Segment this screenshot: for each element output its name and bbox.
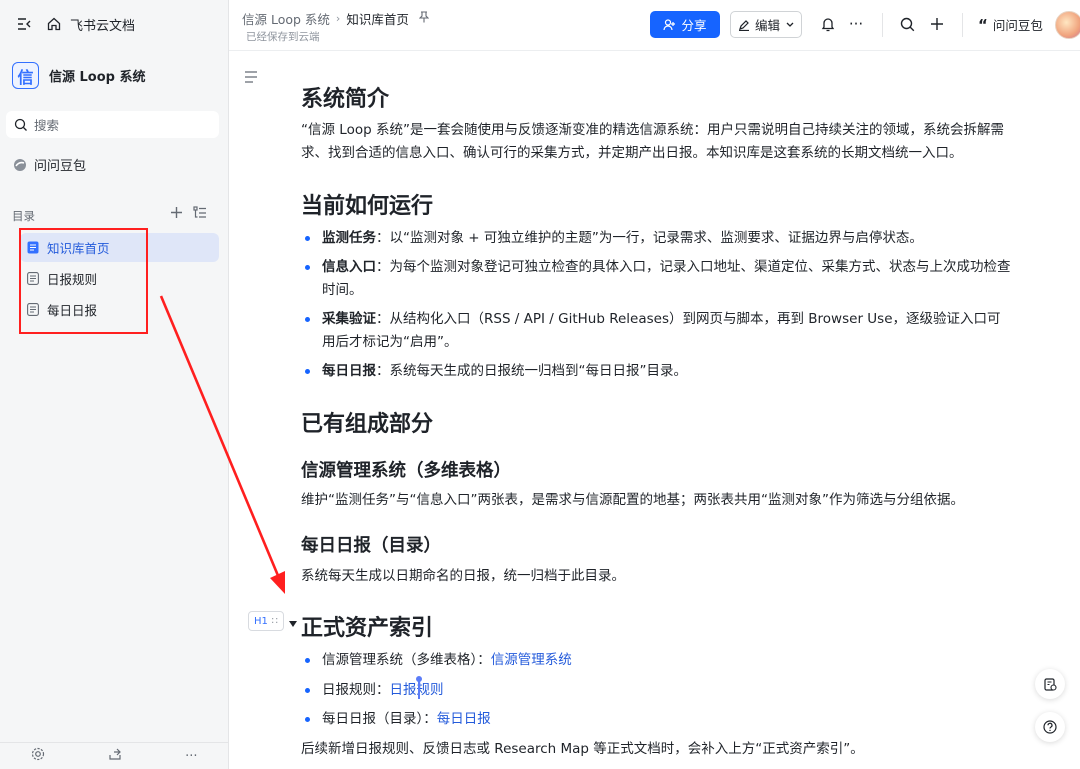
sidebar: 飞书云文档 信 信源 Loop 系统 搜索 问问豆包 目录 知识库首页 日报规则… (0, 0, 229, 769)
breadcrumb-space[interactable]: 信源 Loop 系统 (242, 9, 330, 28)
paragraph-intro[interactable]: “信源 Loop 系统”是一套会随使用与反馈逐渐变准的精选信源系统：用户只需说明… (301, 119, 1013, 165)
list-item-text: 日报规则： (322, 682, 390, 698)
quote-icon: “ (978, 15, 988, 34)
doc-link[interactable]: 信源管理系统 (491, 652, 572, 668)
heading-daily-report[interactable]: 每日日报（目录） (301, 532, 441, 557)
list-item-term: 采集验证 (322, 311, 376, 327)
sidebar-top-bar: 飞书云文档 (16, 14, 135, 34)
chevron-right-icon: › (335, 12, 341, 25)
space-logo: 信 (12, 62, 39, 89)
list-item-text: ：系统每天生成的日报统一归档到“每日日报”目录。 (376, 363, 687, 379)
toc-label: 目录 (12, 209, 35, 223)
breadcrumb: 信源 Loop 系统 › 知识库首页 (242, 9, 430, 28)
pin-icon[interactable] (418, 11, 430, 26)
space-name: 信源 Loop 系统 (49, 70, 146, 85)
edit-button[interactable]: 编辑 (730, 11, 802, 38)
home-icon[interactable] (46, 16, 62, 32)
avatar[interactable] (1055, 11, 1080, 39)
list-item-text: ：以“监测对象 + 可独立维护的主题”为一行，记录需求、监测要求、证据边界与启停… (376, 230, 923, 246)
outline-toggle-icon[interactable] (244, 71, 258, 83)
paragraph-daily-report[interactable]: 系统每天生成以日期命名的日报，统一归档于此目录。 (301, 565, 1013, 588)
chevron-down-icon (786, 22, 794, 27)
share-label: 分享 (681, 18, 707, 33)
list-item[interactable]: 监测任务：以“监测对象 + 可独立维护的主题”为一行，记录需求、监测要求、证据边… (301, 227, 1013, 250)
list-item[interactable]: 每日日报（目录）：每日日报 (301, 708, 1013, 731)
text-cursor (416, 676, 422, 699)
share-out-icon[interactable] (108, 747, 122, 765)
app-name[interactable]: 飞书云文档 (70, 15, 135, 34)
header: 信源 Loop 系统 › 知识库首页 已经保存到云端 分享 编辑 ··· “ 问… (229, 0, 1080, 51)
doubao-icon (14, 158, 26, 171)
list-item-text: 信源管理系统（多维表格）： (322, 652, 491, 668)
add-user-icon (663, 18, 676, 30)
list-item[interactable]: 信源管理系统（多维表格）：信源管理系统 (301, 649, 1013, 672)
paragraph-footer[interactable]: 后续新增日报规则、反馈日志或 Research Map 等正式文档时，会补入上方… (301, 738, 1013, 761)
share-button[interactable]: 分享 (650, 11, 720, 38)
settings-icon[interactable] (31, 747, 45, 765)
search-icon (14, 118, 27, 131)
wenwen-button[interactable]: “ 问问豆包 (978, 15, 1043, 34)
help-icon (1043, 720, 1057, 734)
doc-link[interactable]: 日报规则 (390, 682, 444, 698)
help-button[interactable] (1035, 712, 1065, 742)
tree-view-icon[interactable] (193, 206, 207, 223)
header-divider (962, 13, 963, 37)
space-header[interactable]: 信 信源 Loop 系统 (12, 62, 146, 89)
search-placeholder: 搜索 (34, 118, 60, 133)
add-page-icon[interactable] (170, 206, 183, 223)
header-divider (882, 13, 883, 37)
list-item-text: ：从结构化入口（RSS / API / GitHub Releases）到网页与… (322, 311, 1001, 350)
heading-how-it-runs[interactable]: 当前如何运行 (301, 188, 433, 220)
doc-info-icon (1043, 677, 1057, 691)
list-item[interactable]: 每日日报：系统每天生成的日报统一归档到“每日日报”目录。 (301, 360, 1013, 383)
heading-source-mgmt[interactable]: 信源管理系统（多维表格） (301, 457, 511, 482)
edit-label: 编辑 (754, 18, 780, 33)
wenwen-label: 问问豆包 (992, 18, 1043, 33)
heading-components[interactable]: 已有组成部分 (301, 406, 433, 438)
bell-icon[interactable] (819, 15, 837, 33)
doc-info-button[interactable] (1035, 669, 1065, 699)
drag-handle-icon: ∷ (271, 615, 278, 627)
plus-icon[interactable] (928, 15, 946, 33)
list-item-term: 信息入口 (322, 259, 376, 275)
collapse-caret-icon[interactable] (289, 621, 297, 627)
sidebar-bottom-bar: ··· (0, 742, 229, 769)
list-item-text: 每日日报（目录）： (322, 711, 437, 727)
heading-intro[interactable]: 系统简介 (301, 81, 389, 113)
list-item-text: ：为每个监测对象登记可独立检查的具体入口，记录入口地址、渠道定位、采集方式、状态… (322, 259, 1011, 298)
paragraph-source-mgmt[interactable]: 维护“监测任务”与“信息入口”两张表，是需求与信源配置的地基；两张表共用“监测对… (301, 489, 1013, 512)
list-item[interactable]: 信息入口：为每个监测对象登记可独立检查的具体入口，记录入口地址、渠道定位、采集方… (301, 256, 1013, 302)
collapse-sidebar-icon[interactable] (16, 16, 32, 32)
block-type-handle[interactable]: H1 ∷ (248, 611, 284, 631)
block-type-label: H1 (254, 615, 268, 627)
heading-asset-index[interactable]: 正式资产索引 (301, 610, 433, 642)
annotation-highlight-box (19, 228, 148, 334)
list-item[interactable]: 日报规则：日报规则 (301, 679, 1013, 702)
search-input[interactable]: 搜索 (6, 111, 219, 138)
search-icon[interactable] (898, 15, 916, 33)
list-item[interactable]: 采集验证：从结构化入口（RSS / API / GitHub Releases）… (301, 308, 1013, 354)
sidebar-wenwen[interactable]: 问问豆包 (13, 155, 86, 174)
doc-link[interactable]: 每日日报 (437, 711, 491, 727)
breadcrumb-current[interactable]: 知识库首页 (346, 9, 409, 28)
save-status: 已经保存到云端 (246, 31, 320, 43)
list-item-term: 每日日报 (322, 363, 376, 379)
more-options-icon[interactable]: ··· (847, 15, 865, 33)
list-item-term: 监测任务 (322, 230, 376, 246)
wenwen-label: 问问豆包 (34, 159, 87, 174)
toc-actions (170, 206, 207, 223)
pencil-icon (738, 19, 749, 31)
more-icon[interactable]: ··· (185, 749, 197, 764)
